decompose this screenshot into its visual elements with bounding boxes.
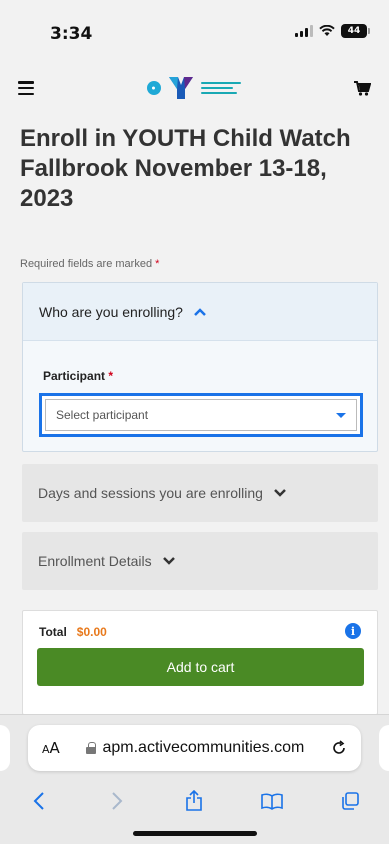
hamburger-icon[interactable] xyxy=(18,81,34,95)
browser-bottom-bar: AA apm.activecommunities.com xyxy=(0,714,389,844)
wifi-icon xyxy=(319,25,335,36)
participant-label: Participant * xyxy=(43,369,113,383)
back-button[interactable] xyxy=(24,786,54,816)
section-details-title: Enrollment Details xyxy=(38,553,152,569)
chevron-right-icon xyxy=(111,792,123,810)
participant-label-text: Participant xyxy=(43,369,106,383)
total-value: $0.00 xyxy=(76,625,107,639)
participant-select[interactable]: Select participant xyxy=(45,399,357,431)
page-title: Enroll in YOUTH Child Watch Fallbrook No… xyxy=(20,125,351,212)
aa-big: A xyxy=(49,739,60,757)
section-days-sessions[interactable]: Days and sessions you are enrolling xyxy=(22,464,378,522)
participant-select-value: Select participant xyxy=(56,408,149,422)
home-indicator[interactable] xyxy=(133,831,257,836)
total-label: Total xyxy=(39,625,67,639)
section-who-title: Who are you enrolling? xyxy=(39,303,183,320)
required-note-text: Required fields are marked xyxy=(20,258,153,270)
section-enrollment-details[interactable]: Enrollment Details xyxy=(22,532,378,590)
next-tab-pill[interactable] xyxy=(379,725,389,771)
aa-small: A xyxy=(42,743,50,756)
previous-tab-pill[interactable] xyxy=(0,725,10,771)
share-icon xyxy=(186,790,203,811)
add-to-cart-button[interactable]: Add to cart xyxy=(37,648,364,686)
browser-toolbar xyxy=(0,783,389,819)
total-box: Total $0.00 i Add to cart xyxy=(22,610,378,715)
chevron-down-icon xyxy=(274,489,286,497)
app-header: ● xyxy=(0,62,389,114)
required-star: * xyxy=(155,258,160,270)
section-who-enrolling: Who are you enrolling? Participant * Sel… xyxy=(22,282,378,452)
chevron-up-icon xyxy=(194,307,206,316)
logo-tagline xyxy=(200,82,241,94)
reader-options-button[interactable]: AA xyxy=(42,739,60,757)
cart-icon[interactable] xyxy=(353,79,371,97)
ymca-logo[interactable]: ● xyxy=(146,75,241,101)
section-who-header[interactable]: Who are you enrolling? xyxy=(23,283,377,341)
url-text: apm.activecommunities.com xyxy=(102,739,305,756)
lock-icon xyxy=(86,742,97,754)
info-icon[interactable]: i xyxy=(345,623,361,639)
status-bar: 3:34 44 xyxy=(0,0,389,62)
reload-icon[interactable] xyxy=(331,740,347,756)
url-display: apm.activecommunities.com xyxy=(86,739,304,757)
address-bar[interactable]: AA apm.activecommunities.com xyxy=(28,725,361,771)
tabs-button[interactable] xyxy=(335,786,365,816)
chevron-down-icon xyxy=(162,557,175,565)
status-icons: 44 xyxy=(295,24,370,38)
logo-the-mark: ● xyxy=(146,81,161,95)
status-time: 3:34 xyxy=(50,24,93,44)
section-days-title: Days and sessions you are enrolling xyxy=(38,485,263,501)
tabs-icon xyxy=(342,792,359,810)
caret-down-icon xyxy=(336,412,346,418)
book-icon xyxy=(261,793,284,810)
share-button[interactable] xyxy=(179,786,209,816)
required-note: Required fields are marked * xyxy=(20,258,159,270)
signal-icon xyxy=(295,25,313,37)
chevron-left-icon xyxy=(33,792,44,810)
forward-button[interactable] xyxy=(102,786,132,816)
participant-select-focus: Select participant xyxy=(39,393,363,437)
bookmarks-button[interactable] xyxy=(257,786,287,816)
participant-required-star: * xyxy=(108,369,114,383)
total-row: Total $0.00 xyxy=(39,625,107,639)
y-logo-icon xyxy=(168,77,193,99)
battery-icon: 44 xyxy=(341,24,370,38)
